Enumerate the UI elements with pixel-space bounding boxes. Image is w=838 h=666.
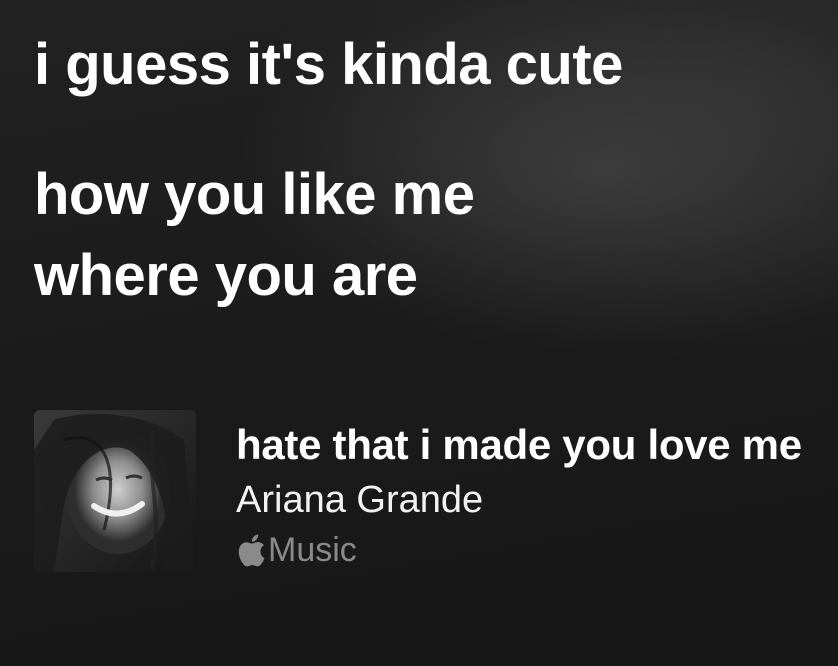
track-info: hate that i made you love me Ariana Gran…: [236, 414, 818, 572]
apple-logo-icon: [238, 534, 265, 567]
lyrics-share-card: i guess it's kinda cute how you like me …: [0, 0, 838, 666]
artist-name[interactable]: Ariana Grande: [236, 474, 818, 526]
album-artwork[interactable]: [34, 410, 196, 572]
service-label: Music: [268, 531, 357, 569]
lyric-line: i guess it's kinda cute: [34, 32, 623, 97]
lyric-line: where you are: [34, 243, 418, 308]
lyric-line: how you like me: [34, 162, 475, 227]
album-art-image: [34, 410, 196, 572]
apple-music-badge[interactable]: Music: [236, 528, 818, 572]
song-title[interactable]: hate that i made you love me: [236, 414, 818, 476]
